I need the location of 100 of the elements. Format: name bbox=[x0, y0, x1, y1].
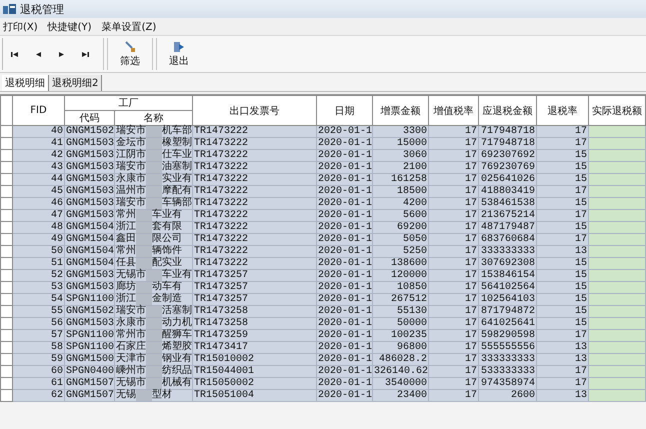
table-cell[interactable] bbox=[588, 258, 646, 270]
row-selector[interactable] bbox=[0, 354, 12, 366]
table-cell: 15 bbox=[536, 162, 588, 174]
table-cell[interactable] bbox=[588, 342, 646, 354]
row-selector[interactable] bbox=[0, 378, 12, 390]
column-header[interactable]: 名称 bbox=[114, 110, 192, 126]
tab[interactable]: 退税明细 bbox=[2, 75, 49, 91]
table-cell[interactable] bbox=[588, 390, 646, 402]
filter-button[interactable]: 筛选 bbox=[114, 38, 146, 70]
prev-button[interactable] bbox=[34, 50, 43, 58]
name-end: 实业有 bbox=[162, 174, 192, 185]
table-cell[interactable] bbox=[588, 318, 646, 330]
row-selector[interactable] bbox=[0, 186, 12, 198]
row-selector[interactable] bbox=[0, 174, 12, 186]
row-selector[interactable] bbox=[0, 318, 12, 330]
table-cell[interactable] bbox=[588, 138, 646, 150]
table-cell: 44 bbox=[12, 174, 64, 186]
row-selector[interactable] bbox=[0, 390, 12, 402]
table-cell: 17 bbox=[428, 390, 478, 402]
table-cell[interactable] bbox=[588, 354, 646, 366]
row-selector[interactable] bbox=[0, 162, 12, 174]
table-cell: TR1473417 bbox=[192, 342, 316, 354]
column-header[interactable]: FID bbox=[12, 96, 64, 126]
column-header[interactable]: 应退税金额 bbox=[478, 96, 536, 126]
table-cell[interactable] bbox=[588, 378, 646, 390]
column-header[interactable]: 代码 bbox=[64, 110, 114, 126]
table-cell[interactable] bbox=[588, 198, 646, 210]
menu-item[interactable]: 菜单设置(Z) bbox=[102, 20, 156, 34]
row-selector[interactable] bbox=[0, 198, 12, 210]
table-cell[interactable] bbox=[588, 366, 646, 378]
table-cell: GNGM1503 bbox=[64, 162, 114, 174]
table-cell: 2020-01-1 bbox=[316, 246, 372, 258]
table-cell: GNGM1503 bbox=[64, 318, 114, 330]
table-cell: 486028.2 bbox=[372, 354, 428, 366]
column-header[interactable]: 退税率 bbox=[536, 96, 588, 126]
row-selector[interactable] bbox=[0, 138, 12, 150]
table-cell[interactable] bbox=[588, 126, 646, 138]
table-cell[interactable] bbox=[588, 162, 646, 174]
table-cell: 2020-01-1 bbox=[316, 390, 372, 402]
table-cell: 3540000 bbox=[372, 378, 428, 390]
exit-icon bbox=[173, 40, 185, 52]
row-selector[interactable] bbox=[0, 210, 12, 222]
table-cell: TR1473222 bbox=[192, 198, 316, 210]
row-selector[interactable] bbox=[0, 126, 12, 138]
table-cell[interactable] bbox=[588, 210, 646, 222]
table-cell[interactable] bbox=[588, 234, 646, 246]
next-button[interactable] bbox=[57, 50, 66, 58]
table-cell: 5600 bbox=[372, 210, 428, 222]
column-header[interactable]: 实际退税额 bbox=[588, 96, 646, 126]
table-cell: 15 bbox=[536, 294, 588, 306]
table-cell[interactable] bbox=[588, 174, 646, 186]
table-cell: 17 bbox=[428, 282, 478, 294]
row-selector[interactable] bbox=[0, 258, 12, 270]
table-cell[interactable] bbox=[588, 246, 646, 258]
name-start: 任县 bbox=[116, 258, 136, 269]
table-cell[interactable] bbox=[588, 294, 646, 306]
menu-item[interactable]: 快捷键(Y) bbox=[48, 20, 92, 34]
column-header[interactable]: 出口发票号 bbox=[192, 96, 316, 126]
exit-button[interactable]: 退出 bbox=[163, 38, 195, 70]
row-selector[interactable] bbox=[0, 306, 12, 318]
table-cell: 4200 bbox=[372, 198, 428, 210]
table-cell[interactable] bbox=[588, 306, 646, 318]
row-selector[interactable] bbox=[0, 342, 12, 354]
menu-item[interactable]: 打印(X) bbox=[3, 20, 38, 34]
name-end: 油塞制 bbox=[162, 162, 192, 173]
first-button[interactable] bbox=[9, 50, 20, 58]
table-cell: 267512 bbox=[372, 294, 428, 306]
row-selector[interactable] bbox=[0, 270, 12, 282]
table-cell[interactable] bbox=[588, 330, 646, 342]
table-cell[interactable] bbox=[588, 282, 646, 294]
name-start: 无锡市 bbox=[116, 270, 146, 281]
row-selector[interactable] bbox=[0, 294, 12, 306]
row-selector[interactable] bbox=[0, 366, 12, 378]
name-end: 机械有 bbox=[162, 378, 192, 389]
tab[interactable]: 退税明细2 bbox=[49, 75, 102, 91]
column-header[interactable]: 增票金额 bbox=[372, 96, 428, 126]
table-cell: 15 bbox=[536, 198, 588, 210]
row-selector[interactable] bbox=[0, 282, 12, 294]
table-cell: 5050 bbox=[372, 234, 428, 246]
column-header[interactable]: 增值税率 bbox=[428, 96, 478, 126]
table-cell: TR15044001 bbox=[192, 366, 316, 378]
row-selector[interactable] bbox=[0, 330, 12, 342]
table-cell: 17 bbox=[536, 378, 588, 390]
table-cell[interactable] bbox=[588, 150, 646, 162]
table-cell: GNGM1503 bbox=[64, 186, 114, 198]
table-cell[interactable] bbox=[588, 186, 646, 198]
table-cell: 2020-01-1 bbox=[316, 186, 372, 198]
table-cell: 153846154 bbox=[478, 270, 536, 282]
row-selector[interactable] bbox=[0, 222, 12, 234]
table-cell: 13 bbox=[536, 354, 588, 366]
column-header[interactable]: 日期 bbox=[316, 96, 372, 126]
table-cell[interactable] bbox=[588, 222, 646, 234]
last-button[interactable] bbox=[80, 50, 91, 58]
row-selector[interactable] bbox=[0, 234, 12, 246]
table-cell[interactable] bbox=[588, 270, 646, 282]
row-selector[interactable] bbox=[0, 246, 12, 258]
table-cell: 2100 bbox=[372, 162, 428, 174]
row-selector[interactable] bbox=[0, 150, 12, 162]
table-cell: 418803419 bbox=[478, 186, 536, 198]
table-cell: 2020-01-1 bbox=[316, 294, 372, 306]
